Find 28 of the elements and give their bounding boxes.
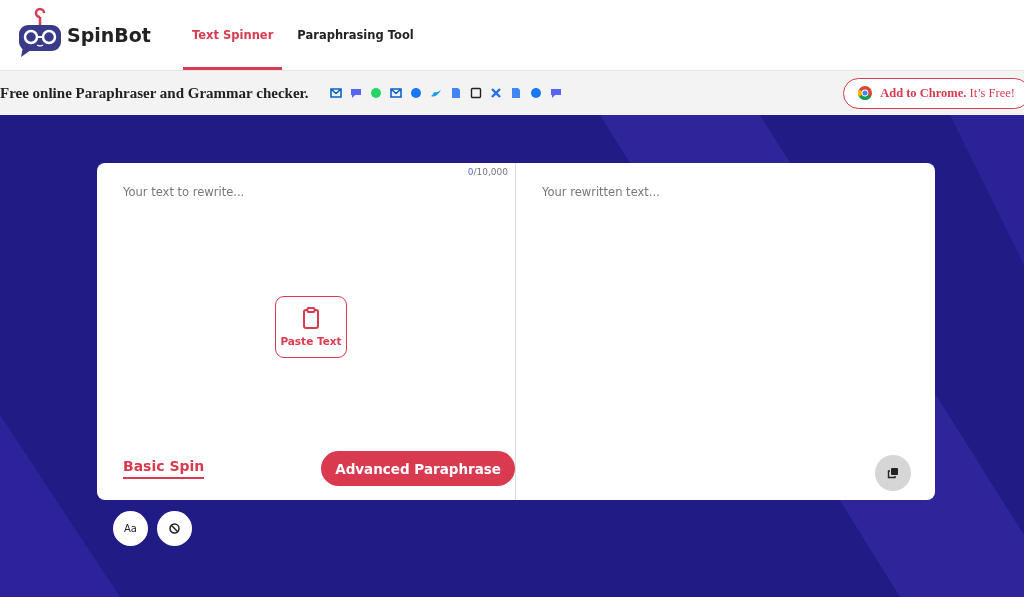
character-limit: /10,000 xyxy=(473,167,508,177)
logo-text[interactable]: SpinBot xyxy=(67,24,151,46)
bird-icon[interactable] xyxy=(430,87,442,99)
cross-icon[interactable] xyxy=(490,87,502,99)
document-icon[interactable] xyxy=(510,87,522,99)
basic-spin-tab[interactable]: Basic Spin xyxy=(123,458,205,479)
envelope-icon[interactable] xyxy=(330,87,342,99)
chat-icon[interactable] xyxy=(550,87,562,99)
nav-tab[interactable]: Paraphrasing Tool xyxy=(289,0,422,70)
note-icon[interactable] xyxy=(470,87,482,99)
output-field[interactable]: Your rewritten text... xyxy=(516,163,935,500)
editor-card[interactable]: 0/10,000 Your text to rewrite... Paste Text Basic Spin Advanced Paraphrase Your rewritten text... xyxy=(97,163,935,500)
copy-icon xyxy=(887,467,899,479)
block-icon xyxy=(169,523,180,534)
chat-icon[interactable] xyxy=(350,87,362,99)
tagline: Free online Paraphraser and Grammar checker. xyxy=(0,84,310,102)
character-count: 0 xyxy=(467,167,474,177)
clear-button[interactable] xyxy=(157,511,192,546)
copy-button[interactable] xyxy=(875,455,911,491)
envelope-icon[interactable] xyxy=(390,87,402,99)
font-button[interactable]: Aa xyxy=(113,511,148,546)
clipboard-icon xyxy=(302,307,320,329)
advanced-paraphrase-button[interactable]: Advanced Paraphrase xyxy=(321,451,515,486)
add-to-chrome-button[interactable]: Add to Chrome. It’s Free! xyxy=(843,77,1024,109)
paste-text-button[interactable]: Paste Text xyxy=(275,296,347,358)
robot-logo-icon[interactable] xyxy=(17,7,63,57)
document-icon[interactable] xyxy=(450,87,462,99)
chrome-icon xyxy=(858,86,873,100)
